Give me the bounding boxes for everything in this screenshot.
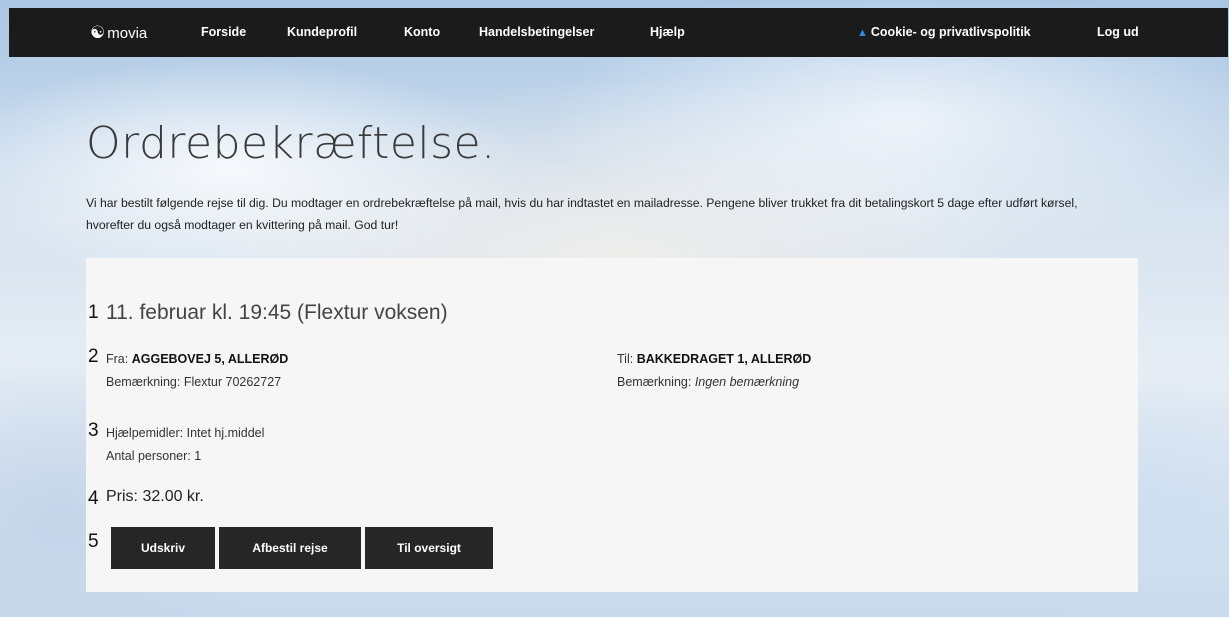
nav-hjaelp[interactable]: Hjælp [650,8,685,57]
mobility-aids: Hjælpemidler: Intet hj.middel [106,426,264,440]
price: Pris: 32.00 kr. [106,488,204,505]
page-title: Ordrebekræftelse. [86,118,496,169]
from-remark-label: Bemærkning: [106,375,181,389]
overview-button[interactable]: Til oversigt [365,527,493,569]
from-remark-value: Flextur 70262727 [183,375,282,389]
aids-value: Intet hj.middel [186,426,265,440]
aids-label: Hjælpemidler: [106,426,184,440]
to-address: Til: BAKKEDRAGET 1, ALLERØD [617,352,811,366]
annotation-number-2: 2 [88,346,99,367]
from-remark: Bemærkning: Flextur 70262727 [106,375,281,389]
from-label: Fra: [106,352,129,366]
annotation-number-4: 4 [88,488,99,509]
print-button[interactable]: Udskriv [111,527,215,569]
nav-handelsbetingelser[interactable]: Handelsbetingelser [479,8,594,57]
annotation-number-1: 1 [88,302,99,323]
passenger-count: Antal personer: 1 [106,449,201,463]
persons-label: Antal personer: [106,449,191,463]
cookie-link-label: Cookie- og privatlivspolitik [870,25,1031,39]
nav-konto[interactable]: Konto [404,8,440,57]
nav-kundeprofil[interactable]: Kundeprofil [287,8,357,57]
cancel-trip-button[interactable]: Afbestil rejse [219,527,361,569]
logo-text: movia [107,25,148,42]
warning-triangle-icon: ▲ [857,27,868,39]
persons-value: 1 [194,449,202,463]
intro-text: Vi har bestilt følgende rejse til dig. D… [86,196,1078,232]
to-remark: Bemærkning: Ingen bemærkning [617,375,799,389]
nav-log-ud[interactable]: Log ud [1097,8,1139,57]
trip-date: 11. februar kl. 19:45 (Flextur voksen) [106,301,448,324]
annotation-number-3: 3 [88,420,99,441]
nav-cookie-policy[interactable]: ▲ Cookie- og privatlivspolitik [857,8,1031,57]
from-value: AGGEBOVEJ 5, ALLERØD [131,352,289,366]
to-value: BAKKEDRAGET 1, ALLERØD [636,352,812,366]
from-address: Fra: AGGEBOVEJ 5, ALLERØD [106,352,288,366]
to-remark-value: Ingen bemærkning [694,375,800,389]
top-navigation-bar: ☯ movia Forside Kundeprofil Konto Handels… [9,8,1228,57]
to-label: Til: [617,352,634,366]
annotation-number-5: 5 [88,531,99,552]
to-remark-label: Bemærkning: [617,375,692,389]
nav-forside[interactable]: Forside [201,8,246,57]
movia-logo[interactable]: ☯ movia [90,8,147,57]
movia-logo-icon: ☯ [90,23,106,42]
